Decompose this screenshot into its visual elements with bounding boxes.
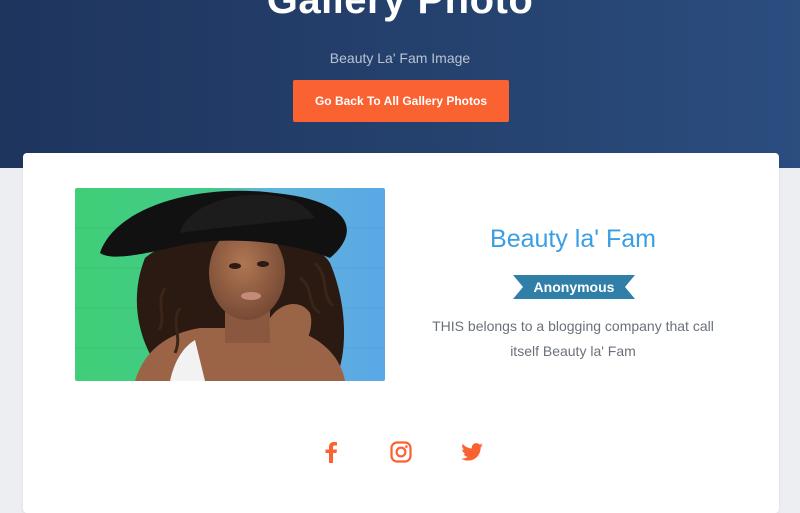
twitter-icon	[461, 442, 483, 466]
gallery-photo[interactable]	[75, 188, 385, 381]
instagram-icon	[390, 440, 412, 468]
woman-in-hat-photo	[75, 188, 385, 381]
profile-description: THIS belongs to a blogging company that …	[432, 318, 714, 359]
back-to-gallery-button[interactable]: Go Back To All Gallery Photos	[293, 80, 509, 122]
instagram-link[interactable]	[389, 440, 413, 468]
author-badge-label: Anonymous	[533, 279, 615, 295]
page-title: Gallery Photo	[266, 0, 534, 22]
profile-name: Beauty la' Fam	[490, 225, 656, 253]
facebook-icon	[324, 441, 338, 468]
page-subtitle: Beauty La' Fam Image	[329, 50, 471, 66]
photo-card: Beauty la' Fam Anonymous THIS belongs to…	[23, 153, 779, 513]
page-hero: Gallery Photo Beauty La' Fam Image Go Ba…	[0, 0, 800, 168]
facebook-link[interactable]	[319, 441, 343, 468]
author-badge: Anonymous	[513, 275, 635, 299]
twitter-link[interactable]	[460, 442, 484, 466]
